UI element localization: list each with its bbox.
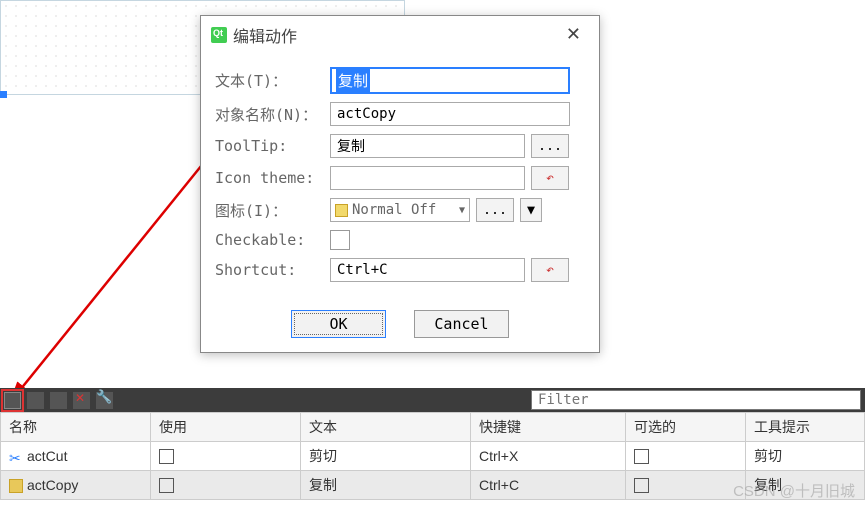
filter-input[interactable] bbox=[531, 390, 861, 410]
shortcut-label: Shortcut: bbox=[215, 261, 330, 279]
text-input[interactable]: 复制 bbox=[330, 67, 570, 94]
cancel-button[interactable]: Cancel bbox=[414, 310, 509, 338]
icon-combo[interactable]: Normal Off ▼ bbox=[330, 198, 470, 222]
col-tooltip[interactable]: 工具提示 bbox=[746, 413, 865, 442]
icon-dropdown-button[interactable]: ▼ bbox=[520, 198, 542, 222]
col-used[interactable]: 使用 bbox=[151, 413, 301, 442]
dialog-titlebar: 编辑动作 ✕ bbox=[201, 16, 599, 53]
ok-button[interactable]: OK bbox=[291, 310, 386, 338]
used-checkbox[interactable] bbox=[159, 449, 174, 464]
col-text[interactable]: 文本 bbox=[301, 413, 471, 442]
objectname-input[interactable] bbox=[330, 102, 570, 126]
icon-more-button[interactable]: ... bbox=[476, 198, 514, 222]
icontheme-label: Icon theme: bbox=[215, 169, 330, 187]
open-icon[interactable] bbox=[27, 392, 44, 409]
actions-table: 名称 使用 文本 快捷键 可选的 工具提示 ✂actCut 剪切 Ctrl+X … bbox=[0, 412, 865, 500]
icontheme-reset-button[interactable]: ↶ bbox=[531, 166, 569, 190]
delete-icon[interactable] bbox=[73, 392, 90, 409]
resize-handle[interactable] bbox=[0, 91, 7, 98]
col-checkable[interactable]: 可选的 bbox=[626, 413, 746, 442]
action-toolbar bbox=[0, 388, 865, 412]
objectname-label: 对象名称(N)： bbox=[215, 104, 330, 125]
cut-icon[interactable] bbox=[50, 392, 67, 409]
table-header-row: 名称 使用 文本 快捷键 可选的 工具提示 bbox=[1, 413, 865, 442]
icon-label: 图标(I)： bbox=[215, 200, 330, 221]
scissors-icon: ✂ bbox=[9, 450, 23, 464]
copy-icon bbox=[335, 204, 348, 217]
chevron-down-icon: ▼ bbox=[459, 205, 465, 216]
checkable-checkbox[interactable] bbox=[330, 230, 350, 250]
tooltip-label: ToolTip: bbox=[215, 137, 330, 155]
dialog-close-button[interactable]: ✕ bbox=[558, 22, 589, 47]
icontheme-input[interactable] bbox=[330, 166, 525, 190]
qt-icon bbox=[211, 27, 227, 43]
tooltip-input[interactable] bbox=[330, 134, 525, 158]
checkable-checkbox[interactable] bbox=[634, 478, 649, 493]
shortcut-input[interactable] bbox=[330, 258, 525, 282]
shortcut-reset-button[interactable]: ↶ bbox=[531, 258, 569, 282]
dialog-title-text: 编辑动作 bbox=[233, 23, 297, 47]
table-row[interactable]: ✂actCut 剪切 Ctrl+X 剪切 bbox=[1, 442, 865, 471]
configure-icon[interactable] bbox=[96, 392, 113, 409]
table-row[interactable]: actCopy 复制 Ctrl+C 复制 bbox=[1, 471, 865, 500]
copy-icon bbox=[9, 479, 23, 493]
tooltip-more-button[interactable]: ... bbox=[531, 134, 569, 158]
col-shortcut[interactable]: 快捷键 bbox=[471, 413, 626, 442]
col-name[interactable]: 名称 bbox=[1, 413, 151, 442]
edit-action-dialog: 编辑动作 ✕ 文本(T)： 复制 对象名称(N)： ToolTip: ... I… bbox=[200, 15, 600, 353]
used-checkbox[interactable] bbox=[159, 478, 174, 493]
text-label: 文本(T)： bbox=[215, 70, 330, 91]
checkable-checkbox[interactable] bbox=[634, 449, 649, 464]
new-action-icon[interactable] bbox=[4, 392, 21, 409]
checkable-label: Checkable: bbox=[215, 231, 330, 249]
